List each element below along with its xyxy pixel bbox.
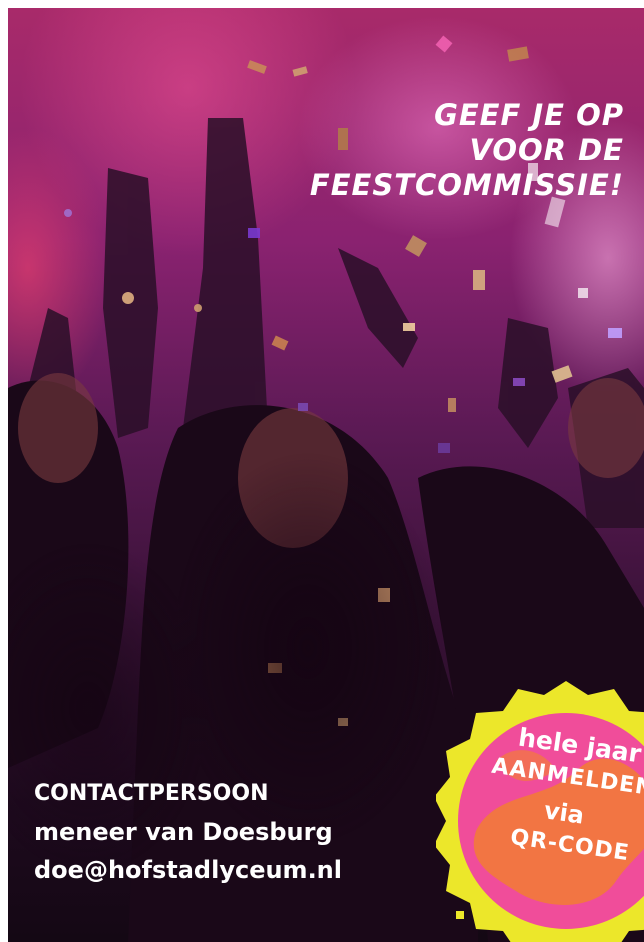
poster-headline: GEEF JE OP VOOR DE FEESTCOMMISSIE! <box>310 98 624 203</box>
headline-line-2: VOOR DE <box>469 133 624 167</box>
badge-shape <box>436 681 644 942</box>
contact-email: doe@hofstadlyceum.nl <box>34 856 342 884</box>
badge-line-3: via <box>542 796 586 830</box>
headline-line-3: FEESTCOMMISSIE! <box>309 168 624 202</box>
contact-block: CONTACTPERSOON meneer van Doesburg doe@h… <box>34 775 342 889</box>
headline-line-1: GEEF JE OP <box>434 98 624 132</box>
contact-name: meneer van Doesburg <box>34 818 333 846</box>
party-poster: GEEF JE OP VOOR DE FEESTCOMMISSIE! CONTA… <box>8 8 644 942</box>
signup-badge: hele jaar AANMELDEN via QR-CODE <box>436 681 644 942</box>
contact-label: CONTACTPERSOON <box>34 781 269 806</box>
